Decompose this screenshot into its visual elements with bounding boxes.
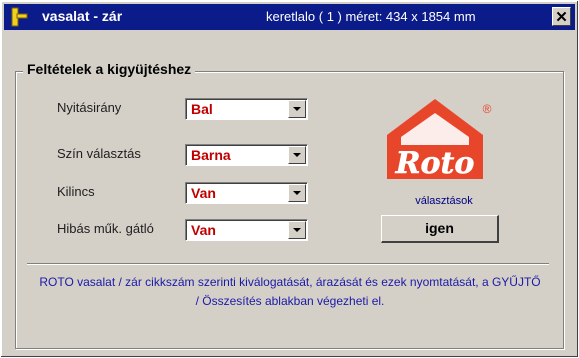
chevron-down-icon[interactable]	[288, 100, 306, 118]
szin-value: Barna	[191, 147, 231, 163]
door-icon	[10, 7, 28, 27]
kilincs-value: Van	[191, 185, 216, 201]
roto-logo: Roto ®	[379, 93, 497, 185]
szin-select[interactable]: Barna	[185, 144, 308, 166]
close-button[interactable]: ✕	[552, 7, 571, 26]
kilincs-select[interactable]: Van	[185, 182, 308, 204]
divider	[27, 263, 549, 265]
hibas-muk-gatlo-value: Van	[191, 222, 216, 238]
chevron-down-icon[interactable]	[288, 221, 306, 239]
title-bar[interactable]: vasalat - zár keretlalo ( 1 ) méret: 434…	[4, 4, 575, 30]
label-szin: Szín választás	[57, 146, 141, 161]
hibas-muk-gatlo-select[interactable]: Van	[185, 219, 308, 241]
choices-label: választások	[415, 195, 473, 207]
chevron-down-icon[interactable]	[288, 184, 306, 202]
group-title: Feltételek a kigyüjtéshez	[23, 61, 196, 77]
chevron-down-icon[interactable]	[288, 146, 306, 164]
logo-text: Roto	[395, 146, 475, 181]
window-size-info: keretlalo ( 1 ) méret: 434 x 1854 mm	[266, 9, 476, 24]
registered-mark: ®	[483, 102, 492, 116]
window-title: vasalat - zár	[42, 8, 123, 24]
label-nyitasirany: Nyitásirány	[57, 100, 122, 115]
app-window: vasalat - zár keretlalo ( 1 ) méret: 434…	[0, 0, 579, 358]
label-hibas-muk-gatlo: Hibás műk. gátló	[57, 221, 154, 236]
nyitasirany-select[interactable]: Bal	[185, 98, 308, 120]
igen-button[interactable]: igen	[381, 215, 499, 243]
label-kilincs: Kilincs	[57, 184, 95, 199]
info-text: ROTO vasalat / zár cikkszám szerinti kiv…	[39, 275, 541, 308]
nyitasirany-value: Bal	[191, 101, 213, 117]
